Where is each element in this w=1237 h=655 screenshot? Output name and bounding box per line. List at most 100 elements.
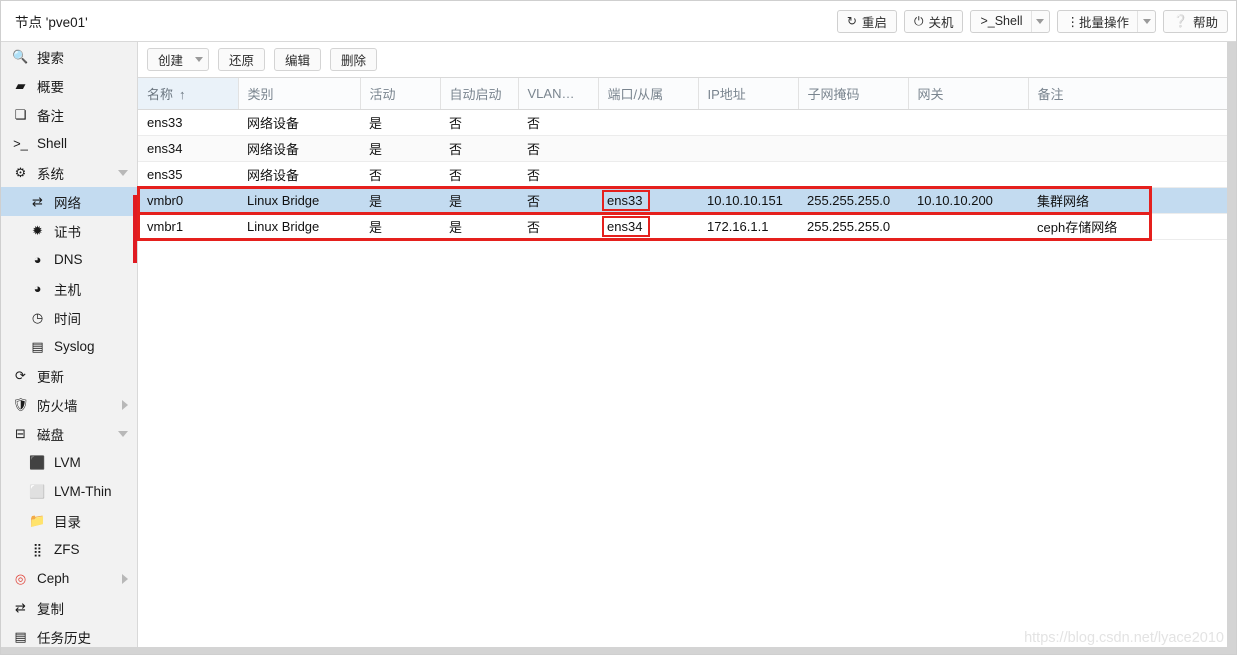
chevron-down-icon[interactable] <box>118 169 128 176</box>
sidebar-item-label: ZFS <box>54 542 80 557</box>
table-row[interactable]: ens35 网络设备否否否 <box>138 161 1228 188</box>
sidebar-item-label: DNS <box>54 252 83 267</box>
network-icon: ⇄ <box>32 194 43 209</box>
refresh-icon: ⟳ <box>15 368 26 383</box>
sidebar-item-dns[interactable]: ◕ DNS <box>1 245 137 274</box>
column-header-label: IP地址 <box>707 86 746 102</box>
column-header-2[interactable]: 活动 <box>360 78 441 110</box>
create-dropdown-toggle[interactable] <box>190 49 208 70</box>
sidebar-item-1[interactable]: ▰ 概要 <box>1 71 137 100</box>
column-header-label: 名称 <box>147 86 174 102</box>
chevron-right-icon[interactable] <box>122 573 128 584</box>
cell-name: ens33 <box>138 109 238 136</box>
column-header-9[interactable]: 备注 <box>1028 78 1229 110</box>
remove-button[interactable]: 删除 <box>330 48 378 71</box>
column-header-3[interactable]: 自动启动 <box>440 78 519 110</box>
column-header-7[interactable]: 子网掩码 <box>798 78 909 110</box>
cell-ip <box>698 161 798 188</box>
cell-gateway <box>908 135 1028 162</box>
bulk-actions-label: 批量操作 <box>1079 15 1130 30</box>
cell-gateway: 10.10.10.200 <box>908 187 1028 214</box>
sidebar-item-lvm[interactable]: ⬛ LVM <box>1 448 137 477</box>
column-header-label: 自动启动 <box>449 86 502 102</box>
sidebar-item-11[interactable]: ⟳ 更新 <box>1 361 137 390</box>
grid-toolbar: 创建 还原 编辑 删除 <box>138 42 1236 77</box>
sidebar-item-4[interactable]: ⚙ 系统 <box>1 158 137 187</box>
cell-type: Linux Bridge <box>238 213 360 240</box>
sidebar-item-lvm-thin[interactable]: ⬜ LVM-Thin <box>1 477 137 506</box>
chevron-right-icon[interactable] <box>122 399 128 410</box>
cell-gateway <box>908 161 1028 188</box>
sidebar-item-12[interactable]: 🛡 防火墙 <box>1 390 137 419</box>
cell-autostart: 否 <box>440 161 518 188</box>
cell-autostart: 否 <box>440 109 518 136</box>
column-header-1[interactable]: 类别 <box>238 78 361 110</box>
sidebar-item-label: LVM <box>54 455 81 470</box>
table-row[interactable]: vmbr1 Linux Bridge 是是否 ens34 172.16.1.1 255.2… <box>138 213 1228 240</box>
power-icon: ⏻ <box>913 14 924 28</box>
sidebar-item-0[interactable]: 🔍 搜索 <box>1 42 137 71</box>
table-row[interactable]: ens33 网络设备是否否 <box>138 109 1228 136</box>
restart-button-label: 重启 <box>861 15 887 30</box>
revert-button[interactable]: 还原 <box>218 48 266 71</box>
zfs-icon: ⣿ <box>32 542 43 557</box>
sidebar-item-label: 时间 <box>54 311 81 327</box>
sidebar-item-ceph[interactable]: ◎ Ceph <box>1 564 137 593</box>
clock-icon: ◷ <box>31 310 44 325</box>
tasks-icon: ▤ <box>14 629 27 644</box>
replication-icon: ⇄ <box>15 600 26 615</box>
shell-dropdown-toggle[interactable] <box>1030 10 1049 32</box>
cell-vlan: 否 <box>518 213 598 240</box>
cell-comment <box>1028 161 1228 188</box>
cell-netmask <box>798 109 908 136</box>
restart-button[interactable]: ↻ 重启 <box>836 9 897 33</box>
cell-ports <box>598 135 698 162</box>
cell-type: 网络设备 <box>238 161 360 188</box>
cell-gateway <box>908 109 1028 136</box>
column-header-4[interactable]: VLAN… <box>518 78 599 110</box>
sidebar-item-label: 防火墙 <box>37 398 78 414</box>
sidebar-item-13[interactable]: ⊟ 磁盘 <box>1 419 137 448</box>
sidebar-item-label: 系统 <box>37 166 64 182</box>
sidebar-item-zfs[interactable]: ⣿ ZFS <box>1 535 137 564</box>
chevron-down-icon <box>1036 18 1045 24</box>
help-button[interactable]: ❔ 帮助 <box>1163 9 1228 33</box>
cell-comment: 集群网络 <box>1028 187 1228 214</box>
help-icon: ❔ <box>1173 14 1188 28</box>
create-button[interactable]: 创建 <box>147 48 210 71</box>
bulk-actions-dropdown-toggle[interactable] <box>1137 10 1155 32</box>
sidebar-item-syslog[interactable]: ▤ Syslog <box>1 332 137 361</box>
chevron-down-icon[interactable] <box>118 430 128 437</box>
cell-netmask: 255.255.255.0 <box>798 213 908 240</box>
column-header-0[interactable]: 名称 ↑ <box>138 78 239 110</box>
column-header-6[interactable]: IP地址 <box>698 78 799 110</box>
column-header-5[interactable]: 端口/从属 <box>598 78 699 110</box>
cell-name: ens34 <box>138 135 238 162</box>
sidebar-item-9[interactable]: ◷ 时间 <box>1 303 137 332</box>
sidebar-item-list: 🔍 搜索 ▰ 概要 ❏ 备注 >_ Shell ⚙ 系统 ⇄ 网络 ✹ 证书 ◕ DNS ◕ 主机 ◷ 时间 ▤ Sysl… <box>1 42 137 651</box>
sidebar-item-5[interactable]: ⇄ 网络 <box>1 187 137 216</box>
right-scroll-strip[interactable] <box>1227 42 1236 654</box>
sidebar-item-shell[interactable]: >_ Shell <box>1 129 137 158</box>
kebab-icon: ⋮ <box>1066 14 1080 29</box>
column-header-label: 网关 <box>917 86 944 102</box>
column-header-8[interactable]: 网关 <box>908 78 1029 110</box>
cell-active: 是 <box>360 135 440 162</box>
sidebar-item-6[interactable]: ✹ 证书 <box>1 216 137 245</box>
cell-comment: ceph存储网络 <box>1028 213 1228 240</box>
shutdown-button[interactable]: ⏻ 关机 <box>903 9 964 33</box>
disk-icon: ⊟ <box>15 426 26 441</box>
sidebar-item-16[interactable]: 📁 目录 <box>1 506 137 535</box>
sort-asc-icon: ↑ <box>179 86 186 102</box>
bulk-actions-button[interactable]: ⋮ 批量操作 <box>1056 9 1157 33</box>
table-row[interactable]: ens34 网络设备是否否 <box>138 135 1228 162</box>
sidebar-item-2[interactable]: ❏ 备注 <box>1 100 137 129</box>
cell-gateway <box>908 213 1028 240</box>
bottom-scroll-strip[interactable] <box>1 647 1236 654</box>
sidebar-item-19[interactable]: ⇄ 复制 <box>1 593 137 622</box>
sidebar-item-8[interactable]: ◕ 主机 <box>1 274 137 303</box>
edit-button[interactable]: 编辑 <box>274 48 322 71</box>
table-row[interactable]: vmbr0 Linux Bridge 是是否 ens33 10.10.10.151 255… <box>138 187 1228 214</box>
cell-type: 网络设备 <box>238 109 360 136</box>
shell-button[interactable]: >_ Shell <box>970 9 1050 33</box>
